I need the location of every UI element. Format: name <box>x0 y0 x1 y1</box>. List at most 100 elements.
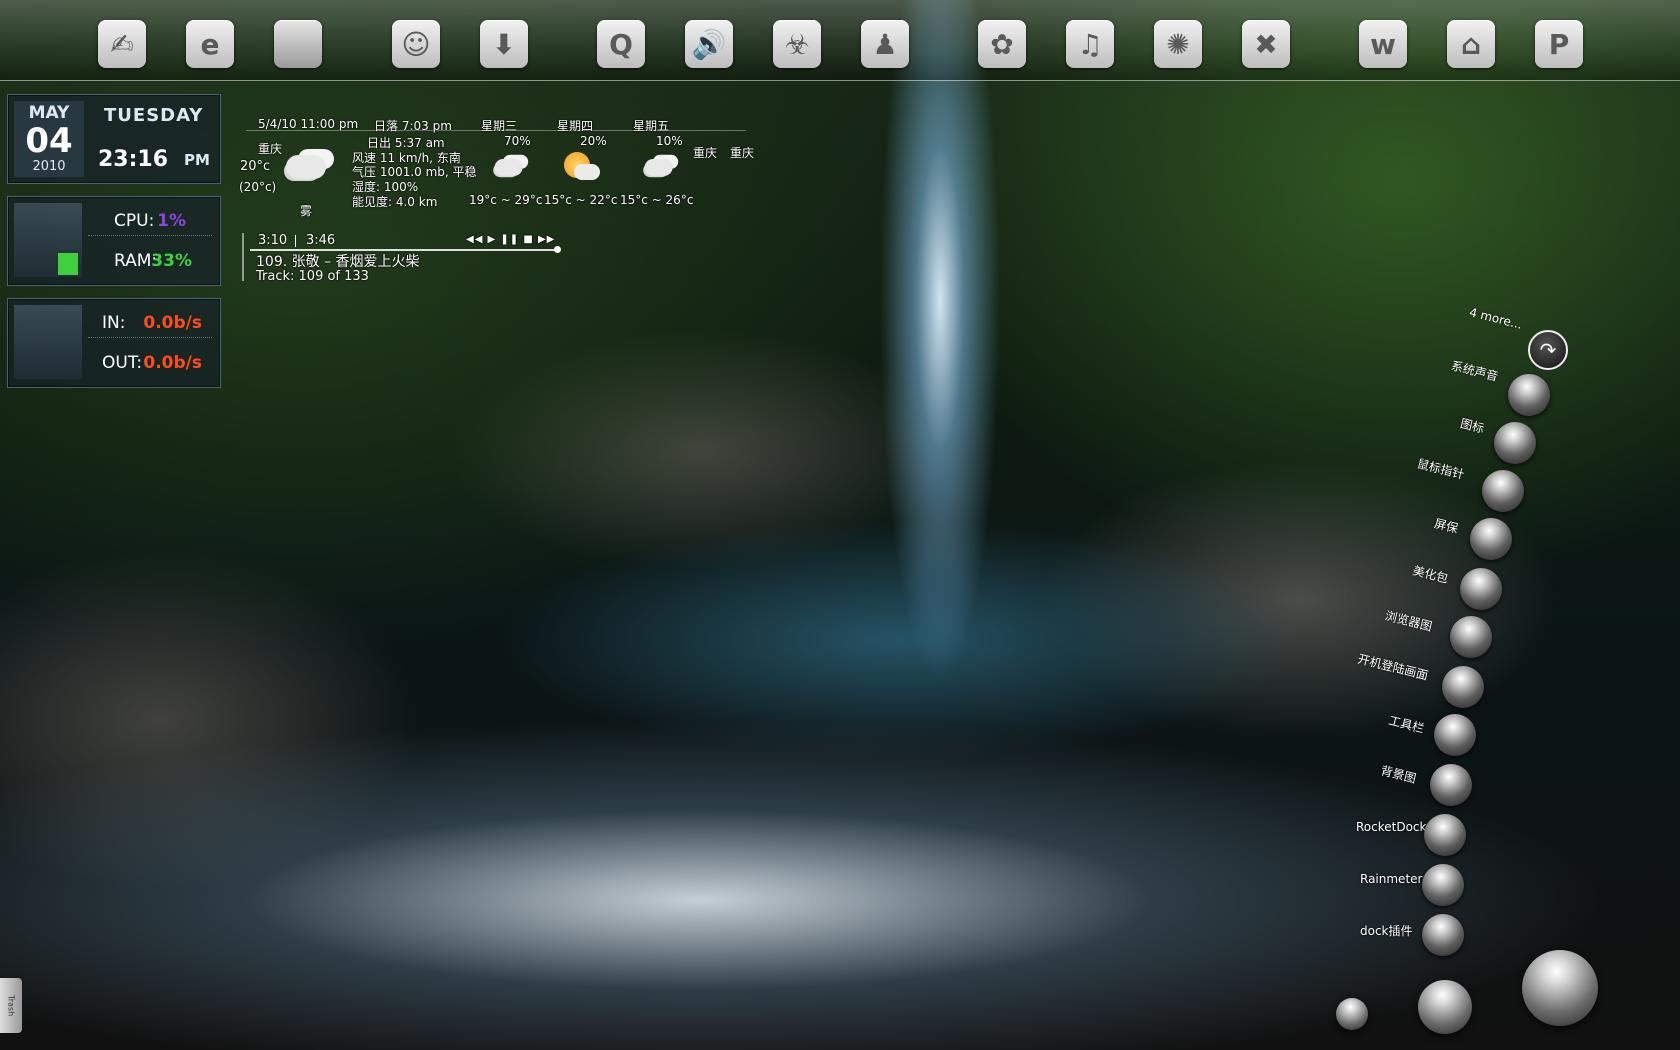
ram-row: RAM: 33% <box>88 251 212 275</box>
menu-orb-cursor[interactable] <box>1482 470 1524 512</box>
weather-visibility: 能见度: 4.0 km <box>352 195 438 209</box>
net-out-row: OUT: 0.0b/s <box>88 353 212 377</box>
menu-label-browser[interactable]: 浏览器图 <box>1383 607 1434 635</box>
forecast-range-3: 15°c ~ 26°c <box>620 193 694 207</box>
main-orb-button[interactable] <box>1522 950 1598 1026</box>
extra-city-2: 重庆 <box>730 146 755 160</box>
menu-orb-rocketdock[interactable] <box>1424 814 1466 856</box>
menu-label-rainmeter[interactable]: Rainmeter <box>1360 872 1422 886</box>
menu-label-boot-screen[interactable]: 开机登陆画面 <box>1356 650 1430 684</box>
menu-orb-dock-plugin[interactable] <box>1422 914 1464 956</box>
menu-orb-theme-pack[interactable] <box>1460 568 1502 610</box>
time-label: 23:16 <box>98 147 169 172</box>
net-in-label: IN: <box>102 313 126 333</box>
menu-orb-screensaver[interactable] <box>1470 518 1512 560</box>
menu-orb-icons[interactable] <box>1494 422 1536 464</box>
biohazard-icon[interactable]: ☣ <box>773 20 821 68</box>
rain-cloud-icon <box>490 152 529 180</box>
forward-arrow-icon[interactable]: ↷ <box>1528 330 1568 370</box>
menu-label-theme-pack[interactable]: 美化包 <box>1411 562 1450 587</box>
weather-feels: (20°c) <box>239 180 277 194</box>
cpu-row: CPU: 1% <box>88 211 212 236</box>
internet-explorer-icon[interactable]: e <box>186 20 234 68</box>
network-monitor-widget: IN: 0.0b/s OUT: 0.0b/s <box>7 298 221 388</box>
extra-city-1: 重庆 <box>693 146 718 160</box>
user-chair-icon[interactable]: ♟ <box>861 20 909 68</box>
p-app-icon[interactable]: P <box>1535 20 1583 68</box>
download-icon[interactable]: ⬇ <box>480 20 528 68</box>
settings-gear-icon[interactable]: ✺ <box>1154 20 1202 68</box>
net-in-value: 0.0b/s <box>143 313 202 333</box>
ram-value: 33% <box>151 251 192 271</box>
menu-label-wallpaper[interactable]: 背景图 <box>1379 762 1418 787</box>
weather-condition: 雾 <box>300 204 313 218</box>
quicktime-icon[interactable]: Q <box>597 20 645 68</box>
day-label: 04 <box>25 121 73 161</box>
forecast-day-3: 星期五 <box>633 119 670 133</box>
menu-label-more[interactable]: 4 more... <box>1468 305 1524 332</box>
cpu-value: 1% <box>157 211 186 231</box>
menu-label-screensaver[interactable]: 屏保 <box>1433 514 1460 536</box>
home-icon[interactable]: ⌂ <box>1447 20 1495 68</box>
small-orb-button[interactable] <box>1336 998 1368 1030</box>
weather-updated: 5/4/10 11:00 pm <box>258 117 359 131</box>
cloud-fog-icon <box>280 145 336 185</box>
media-controls[interactable]: ◀◀ ▶ ❚❚ ■ ▶▶ <box>466 234 555 245</box>
media-elapsed: 3:10 <box>258 233 288 248</box>
ampm-label: PM <box>184 151 210 169</box>
trash-icon[interactable]: Trash <box>0 978 22 1033</box>
menu-orb-rainmeter[interactable] <box>1422 864 1464 906</box>
forecast-range-1: 19°c ~ 29°c <box>469 193 543 207</box>
net-in-row: IN: 0.0b/s <box>88 313 212 338</box>
forecast-day-1: 星期三 <box>481 119 518 133</box>
flower-icon[interactable]: ✿ <box>978 20 1026 68</box>
forecast-chance-3: 10% <box>656 134 683 148</box>
month-label: MAY <box>28 103 70 123</box>
cloud-icon <box>640 152 679 180</box>
cpu-label: CPU: <box>114 211 155 231</box>
media-track: Track: 109 of 133 <box>256 269 369 284</box>
weather-sunset: 日落 7:03 pm <box>374 119 452 133</box>
menu-orb-browser[interactable] <box>1450 616 1492 658</box>
menu-label-system-sound[interactable]: 系统声音 <box>1449 357 1500 385</box>
forecast-day-2: 星期四 <box>557 119 594 133</box>
trash-label: Trash <box>6 994 16 1017</box>
menu-label-rocketdock[interactable]: RocketDock <box>1356 820 1426 834</box>
media-total: 3:46 <box>306 233 336 248</box>
volume-icon[interactable]: 🔊 <box>685 20 733 68</box>
net-out-value: 0.0b/s <box>143 353 202 373</box>
menu-label-cursor[interactable]: 鼠标指针 <box>1415 455 1466 483</box>
menu-orb-system-sound[interactable] <box>1508 374 1550 416</box>
menu-label-dock-plugin[interactable]: dock插件 <box>1360 922 1413 939</box>
menu-label-toolbar[interactable]: 工具栏 <box>1387 712 1426 737</box>
medium-orb-button[interactable] <box>1418 980 1472 1034</box>
forecast-chance-1: 70% <box>504 134 531 148</box>
clock-widget: MAY 04 2010 TUESDAY 23:16 PM <box>7 94 221 184</box>
net-out-label: OUT: <box>102 353 143 373</box>
weather-temp: 20°c <box>240 159 271 174</box>
menu-orb-wallpaper[interactable] <box>1430 764 1472 806</box>
media-title: 109. 张敬 – 香烟爱上火柴 <box>256 254 420 270</box>
weekday-label: TUESDAY <box>104 105 204 126</box>
cpu-graph <box>14 203 82 277</box>
media-progress-knob[interactable] <box>554 246 561 253</box>
qq-icon[interactable]: ☺ <box>392 20 440 68</box>
forecast-range-2: 15°c ~ 22°c <box>544 193 618 207</box>
finder-icon[interactable]: ✍ <box>98 20 146 68</box>
music-note-icon[interactable]: ♫ <box>1066 20 1114 68</box>
weather-city: 重庆 <box>258 142 283 156</box>
menu-label-icons[interactable]: 图标 <box>1459 414 1486 436</box>
apple-icon[interactable] <box>274 20 322 68</box>
system-monitor-widget: CPU: 1% RAM: 33% <box>7 196 221 286</box>
x-app-icon[interactable]: ✖ <box>1242 20 1290 68</box>
partly-sunny-icon <box>560 148 600 184</box>
media-divider <box>242 233 244 281</box>
menu-orb-boot-screen[interactable] <box>1442 666 1484 708</box>
top-dock: ✍ e ☺ ⬇ Q 🔊 ☣ ♟ ✿ ♫ ✺ ✖ w ⌂ P <box>0 0 1680 81</box>
year-label: 2010 <box>32 159 66 174</box>
network-graph <box>14 305 82 379</box>
menu-orb-toolbar[interactable] <box>1434 714 1476 756</box>
w-app-icon[interactable]: w <box>1359 20 1407 68</box>
time-separator <box>295 235 296 247</box>
media-player-widget: 3:10 3:46 ◀◀ ▶ ❚❚ ■ ▶▶ 109. 张敬 – 香烟爱上火柴 … <box>242 233 574 284</box>
